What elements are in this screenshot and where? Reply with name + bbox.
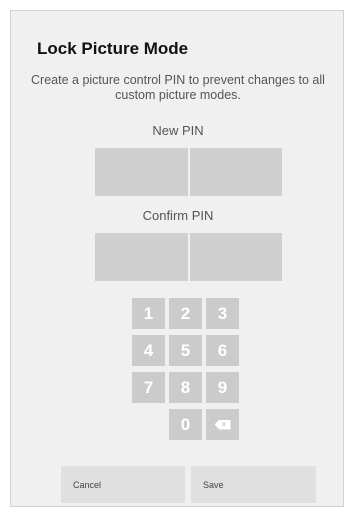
new-pin-label: New PIN: [152, 123, 204, 138]
key-2[interactable]: 2: [169, 298, 202, 329]
key-3[interactable]: 3: [206, 298, 239, 329]
cancel-button[interactable]: Cancel: [61, 466, 185, 503]
dialog-title: Lock Picture Mode: [37, 39, 189, 58]
key-6[interactable]: 6: [206, 335, 239, 366]
key-0[interactable]: 0: [169, 409, 202, 440]
new-pin-field[interactable]: [95, 148, 282, 196]
new-pin-digit-box[interactable]: [95, 148, 188, 196]
key-5[interactable]: 5: [169, 335, 202, 366]
key-1[interactable]: 1: [132, 298, 165, 329]
confirm-pin-label: Confirm PIN: [142, 208, 214, 223]
confirm-pin-field[interactable]: [95, 233, 282, 281]
confirm-pin-digit-box[interactable]: [95, 233, 188, 281]
lock-picture-mode-dialog: Lock Picture Mode Create a picture contr…: [10, 10, 344, 507]
key-9[interactable]: 9: [206, 372, 239, 403]
backspace-key[interactable]: ×: [206, 409, 239, 440]
save-button[interactable]: Save: [191, 466, 316, 503]
key-4[interactable]: 4: [132, 335, 165, 366]
key-7[interactable]: 7: [132, 372, 165, 403]
confirm-pin-digit-box[interactable]: [189, 233, 282, 281]
new-pin-digit-box[interactable]: [189, 148, 282, 196]
backspace-icon: ×: [214, 419, 231, 430]
key-8[interactable]: 8: [169, 372, 202, 403]
dialog-description: Create a picture control PIN to prevent …: [31, 73, 325, 102]
